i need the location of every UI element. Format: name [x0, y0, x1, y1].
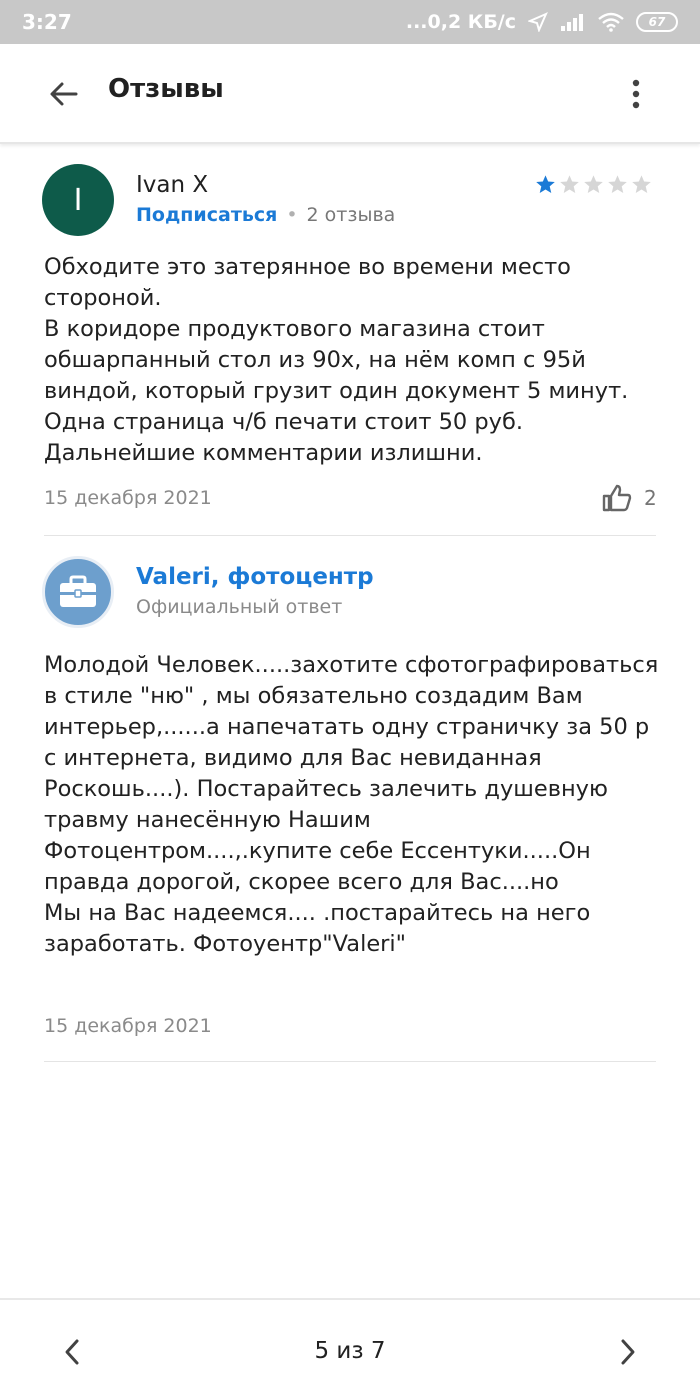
page-indicator: 5 из 7 — [314, 1338, 386, 1364]
reply-text: Молодой Человек.....захотите сфотографир… — [44, 652, 659, 957]
divider — [44, 535, 656, 536]
star-filled-icon — [536, 175, 555, 193]
org-avatar[interactable] — [42, 556, 114, 628]
review-meta: Подписаться • 2 отзыва — [136, 204, 395, 226]
location-arrow-icon — [528, 12, 548, 32]
review-date: 15 декабря 2021 — [44, 487, 212, 509]
signal-icon — [561, 14, 583, 31]
status-icons: ...0,2 КБ/с 67 — [406, 11, 678, 33]
star-empty-icon — [632, 175, 651, 193]
network-speed: ...0,2 КБ/с — [405, 11, 516, 33]
app-bar: Отзывы — [0, 44, 700, 144]
star-empty-icon — [584, 175, 603, 193]
like-button[interactable]: 2 — [602, 484, 657, 512]
status-bar: 3:27 ...0,2 КБ/с 67 — [0, 0, 700, 44]
pagination-bar: 5 из 7 — [0, 1298, 700, 1400]
rating-stars — [535, 174, 652, 195]
arrow-back-icon — [50, 82, 78, 106]
page-title: Отзывы — [108, 74, 224, 104]
like-count: 2 — [644, 486, 657, 510]
separator-dot: • — [286, 204, 298, 226]
avatar-letter: I — [73, 182, 83, 218]
next-button[interactable] — [608, 1332, 648, 1372]
org-name[interactable]: Valeri, фотоцентр — [136, 564, 374, 590]
star-empty-icon — [560, 175, 579, 193]
battery-icon: 67 — [636, 12, 678, 32]
official-reply-label: Официальный ответ — [136, 596, 343, 618]
thumbs-up-icon — [602, 484, 632, 512]
reply-date: 15 декабря 2021 — [44, 1015, 212, 1037]
review-author[interactable]: Ivan X — [136, 172, 208, 198]
avatar[interactable]: I — [42, 164, 114, 236]
chevron-right-icon — [621, 1339, 635, 1365]
star-empty-icon — [608, 175, 627, 193]
reviews-count: 2 отзыва — [306, 204, 396, 226]
status-time: 3:27 — [22, 10, 72, 34]
review-text: Обходите это затерянное во времени место… — [44, 254, 629, 466]
subscribe-button[interactable]: Подписаться — [136, 204, 277, 226]
briefcase-icon — [60, 575, 96, 607]
more-options-button[interactable] — [616, 74, 656, 114]
divider — [44, 1061, 656, 1062]
wifi-icon — [598, 12, 624, 32]
more-vert-icon — [632, 79, 640, 109]
back-button[interactable] — [44, 74, 84, 114]
